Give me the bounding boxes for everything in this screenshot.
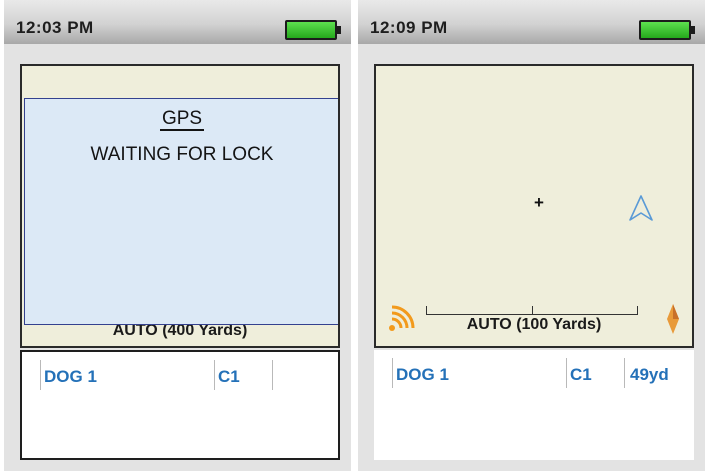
- dog-name: DOG 1: [396, 365, 449, 384]
- map-view[interactable]: + AUTO (100 Yards): [374, 64, 694, 348]
- map-bottom-bar: AUTO (100 Yards): [378, 294, 690, 344]
- column-divider: [40, 360, 41, 390]
- right-screen: 12:09 PM + AUTO (100 Yards) DOG 1 C1 49y…: [358, 0, 705, 471]
- status-time: 12:03 PM: [16, 18, 94, 37]
- map-view[interactable]: AUTO (400 Yards) GPS WAITING FOR LOCK: [20, 64, 340, 348]
- crosshair-icon: +: [534, 193, 544, 212]
- map-scale-label: AUTO (100 Yards): [466, 316, 602, 333]
- dog-channel: C1: [218, 367, 240, 386]
- status-bar: 12:03 PM: [4, 0, 351, 44]
- dog-info-panel[interactable]: DOG 1 C1: [20, 350, 340, 460]
- navigation-arrow-icon[interactable]: [628, 194, 654, 224]
- gps-status-message: WAITING FOR LOCK: [90, 144, 274, 165]
- battery-tip: [691, 26, 695, 34]
- left-screen: 12:03 PM AUTO (400 Yards) GPS WAITING FO…: [4, 0, 351, 471]
- column-divider: [392, 358, 393, 388]
- map-scale-bar: [426, 306, 638, 315]
- compass-icon[interactable]: [664, 302, 682, 336]
- scale-tick: [532, 306, 533, 314]
- status-bar: 12:09 PM: [358, 0, 705, 44]
- column-divider: [214, 360, 215, 390]
- column-divider: [624, 358, 625, 388]
- gps-status-overlay: GPS WAITING FOR LOCK: [24, 98, 338, 325]
- gps-title: GPS: [159, 108, 205, 131]
- dog-channel: C1: [570, 365, 592, 384]
- dog-info-panel[interactable]: DOG 1 C1 49yd: [374, 350, 694, 460]
- dog-distance: 49yd: [630, 365, 669, 384]
- column-divider: [272, 360, 273, 390]
- battery-icon: [285, 20, 337, 40]
- status-time: 12:09 PM: [370, 18, 448, 37]
- device-screens: 12:03 PM AUTO (400 Yards) GPS WAITING FO…: [0, 0, 705, 471]
- battery-icon: [639, 20, 691, 40]
- column-divider: [566, 358, 567, 388]
- dog-name: DOG 1: [44, 367, 97, 386]
- battery-tip: [337, 26, 341, 34]
